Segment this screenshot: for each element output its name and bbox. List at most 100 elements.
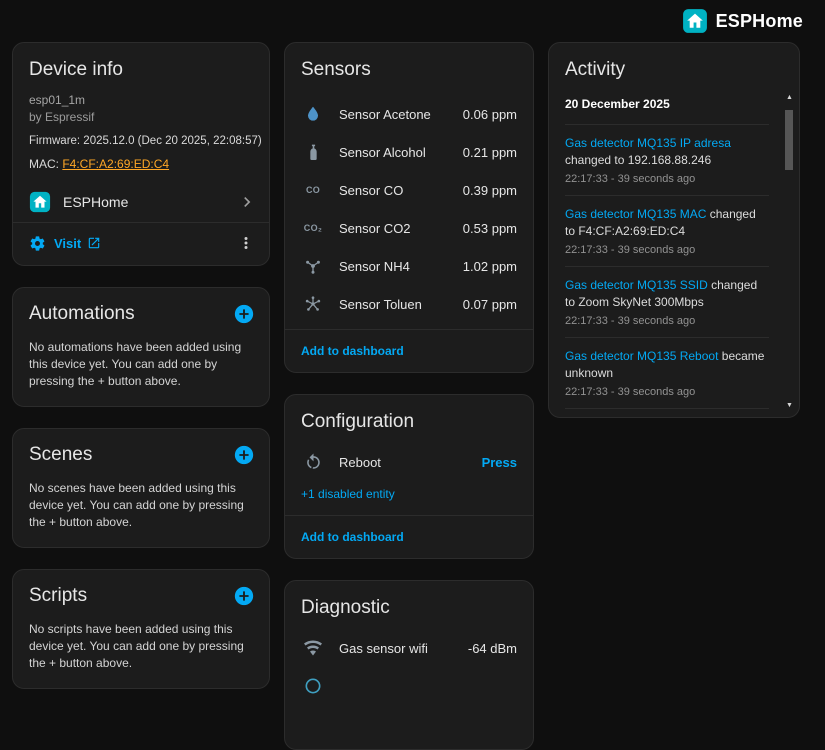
- log-entity-link[interactable]: Gas detector MQ135 IP adresa: [565, 136, 731, 150]
- device-meta: esp01_1m by Espressif Firmware: 2025.12.…: [13, 91, 269, 171]
- integration-row-esphome[interactable]: ESPHome: [13, 182, 269, 222]
- scroll-up-arrow[interactable]: ▲: [786, 93, 793, 103]
- entity-value: 0.07 ppm: [463, 297, 517, 312]
- entity-value: 0.53 ppm: [463, 221, 517, 236]
- automations-empty-text: No automations have been added using thi…: [13, 329, 269, 406]
- column-right: Activity 20 December 2025 Gas detector M…: [548, 42, 800, 418]
- log-time: 22:17:33 - 39 seconds ago: [565, 386, 769, 398]
- log-entity-link[interactable]: Gas detector MQ135 MAC: [565, 207, 706, 221]
- entity-name: Sensor Toluen: [339, 297, 449, 312]
- log-time: 22:17:33 - 39 seconds ago: [565, 315, 769, 327]
- scenes-card: Scenes No scenes have been added using t…: [12, 428, 270, 548]
- sensor-row-toluen[interactable]: Sensor Toluen 0.07 ppm: [285, 285, 533, 323]
- co-molecule-icon: CO: [301, 178, 325, 202]
- diagnostic-card: Diagnostic Gas sensor wifi -64 dBm: [284, 580, 534, 750]
- log-entry: Gas detector MQ135 IP adresa changed to: [565, 409, 769, 418]
- automations-card: Automations No automations have been add…: [12, 287, 270, 407]
- activity-card: Activity 20 December 2025 Gas detector M…: [548, 42, 800, 418]
- molecule-icon: [301, 254, 325, 278]
- device-manufacturer: by Espressif: [29, 110, 253, 124]
- entity-name: Sensor Alcohol: [339, 145, 449, 160]
- device-firmware: Firmware: 2025.12.0 (Dec 20 2025, 22:08:…: [29, 135, 253, 147]
- activity-title: Activity: [549, 43, 799, 91]
- mac-address-link[interactable]: F4:CF:A2:69:ED:C4: [62, 157, 169, 171]
- scroll-thumb[interactable]: [785, 110, 793, 170]
- entity-value: -64 dBm: [468, 641, 517, 656]
- scripts-empty-text: No scripts have been added using this de…: [13, 611, 269, 688]
- config-row-reboot[interactable]: Reboot Press: [285, 443, 533, 481]
- entity-name: Gas sensor wifi: [339, 641, 454, 656]
- add-scene-button[interactable]: [233, 444, 255, 466]
- log-entry: Gas detector MQ135 IP adresa changed to …: [565, 125, 769, 196]
- sensor-row-co[interactable]: CO Sensor CO 0.39 ppm: [285, 171, 533, 209]
- configuration-add-to-dashboard-link[interactable]: Add to dashboard: [285, 516, 533, 558]
- entity-name: Sensor Acetone: [339, 107, 449, 122]
- scripts-card: Scripts No scripts have been added using…: [12, 569, 270, 689]
- device-model: esp01_1m: [29, 93, 253, 107]
- sensors-title: Sensors: [285, 43, 533, 91]
- scroll-track[interactable]: [783, 103, 796, 401]
- entity-name: Reboot: [339, 455, 468, 470]
- sensors-add-to-dashboard-link[interactable]: Add to dashboard: [285, 330, 533, 372]
- add-script-button[interactable]: [233, 585, 255, 607]
- diagnostic-row-partial[interactable]: [285, 667, 533, 705]
- activity-date-header: 20 December 2025: [565, 91, 769, 125]
- log-action: changed to 192.168.88.246: [565, 153, 711, 167]
- sensor-row-nh4[interactable]: Sensor NH4 1.02 ppm: [285, 247, 533, 285]
- device-info-title: Device info: [13, 43, 269, 91]
- entity-value: 0.21 ppm: [463, 145, 517, 160]
- chevron-right-icon: [237, 192, 257, 212]
- dots-vertical-menu[interactable]: [237, 234, 255, 252]
- app-header: ESPHome: [0, 0, 825, 42]
- entity-name: Sensor CO2: [339, 221, 449, 236]
- log-entity-link[interactable]: Gas detector MQ135 SSID: [565, 278, 708, 292]
- circle-icon: [301, 674, 325, 698]
- sensors-list: Sensor Acetone 0.06 ppm Sensor Alcohol 0…: [285, 91, 533, 329]
- wifi-icon: [301, 636, 325, 660]
- integration-name: ESPHome: [63, 194, 225, 210]
- mac-label: MAC:: [29, 157, 62, 171]
- esphome-logo-icon: [682, 8, 708, 34]
- device-page: Device info esp01_1m by Espressif Firmwa…: [0, 42, 825, 750]
- scripts-title: Scripts: [29, 585, 87, 607]
- sensor-row-acetone[interactable]: Sensor Acetone 0.06 ppm: [285, 95, 533, 133]
- entity-value: 0.06 ppm: [463, 107, 517, 122]
- log-entry: Gas detector MQ135 SSID changed to Zoom …: [565, 267, 769, 338]
- log-entry: Gas detector MQ135 Reboot became unknown…: [565, 338, 769, 409]
- column-middle: Sensors Sensor Acetone 0.06 ppm Sensor A…: [284, 42, 534, 750]
- log-text: Gas detector MQ135 MAC changed to F4:CF:…: [565, 206, 769, 240]
- brand-name: ESPHome: [716, 11, 803, 32]
- sensor-row-alcohol[interactable]: Sensor Alcohol 0.21 ppm: [285, 133, 533, 171]
- water-drop-icon: [301, 102, 325, 126]
- log-time: 22:17:33 - 39 seconds ago: [565, 173, 769, 185]
- entity-name: Sensor NH4: [339, 259, 449, 274]
- visit-link[interactable]: Visit: [54, 236, 101, 251]
- diagnostic-title: Diagnostic: [285, 581, 533, 629]
- reboot-press-button[interactable]: Press: [482, 455, 517, 470]
- molecule-hub-icon: [301, 292, 325, 316]
- scenes-empty-text: No scenes have been added using this dev…: [13, 470, 269, 547]
- log-entity-link[interactable]: Gas detector MQ135 Reboot: [565, 349, 718, 363]
- log-time: 22:17:33 - 39 seconds ago: [565, 244, 769, 256]
- visit-row: Visit: [13, 222, 269, 265]
- esphome-logo-icon: [29, 191, 51, 213]
- device-mac: MAC: F4:CF:A2:69:ED:C4: [29, 157, 253, 171]
- diagnostic-row-wifi[interactable]: Gas sensor wifi -64 dBm: [285, 629, 533, 667]
- add-automation-button[interactable]: [233, 303, 255, 325]
- log-text: Gas detector MQ135 IP adresa changed to …: [565, 135, 769, 169]
- scroll-down-arrow[interactable]: ▼: [786, 401, 793, 411]
- sensors-card: Sensors Sensor Acetone 0.06 ppm Sensor A…: [284, 42, 534, 373]
- log-text: Gas detector MQ135 Reboot became unknown: [565, 348, 769, 382]
- sensor-row-co2[interactable]: CO₂ Sensor CO2 0.53 ppm: [285, 209, 533, 247]
- visit-label: Visit: [54, 236, 81, 251]
- log-text: Gas detector MQ135 SSID changed to Zoom …: [565, 277, 769, 311]
- open-in-new-icon: [87, 236, 101, 250]
- log-entry: Gas detector MQ135 MAC changed to F4:CF:…: [565, 196, 769, 267]
- configuration-title: Configuration: [285, 395, 533, 443]
- co2-molecule-icon: CO₂: [301, 216, 325, 240]
- activity-scrollbar[interactable]: ▲ ▼: [783, 93, 796, 411]
- entity-value: 1.02 ppm: [463, 259, 517, 274]
- scenes-title: Scenes: [29, 444, 92, 466]
- entity-value: 0.39 ppm: [463, 183, 517, 198]
- disabled-entities-link[interactable]: +1 disabled entity: [285, 481, 533, 515]
